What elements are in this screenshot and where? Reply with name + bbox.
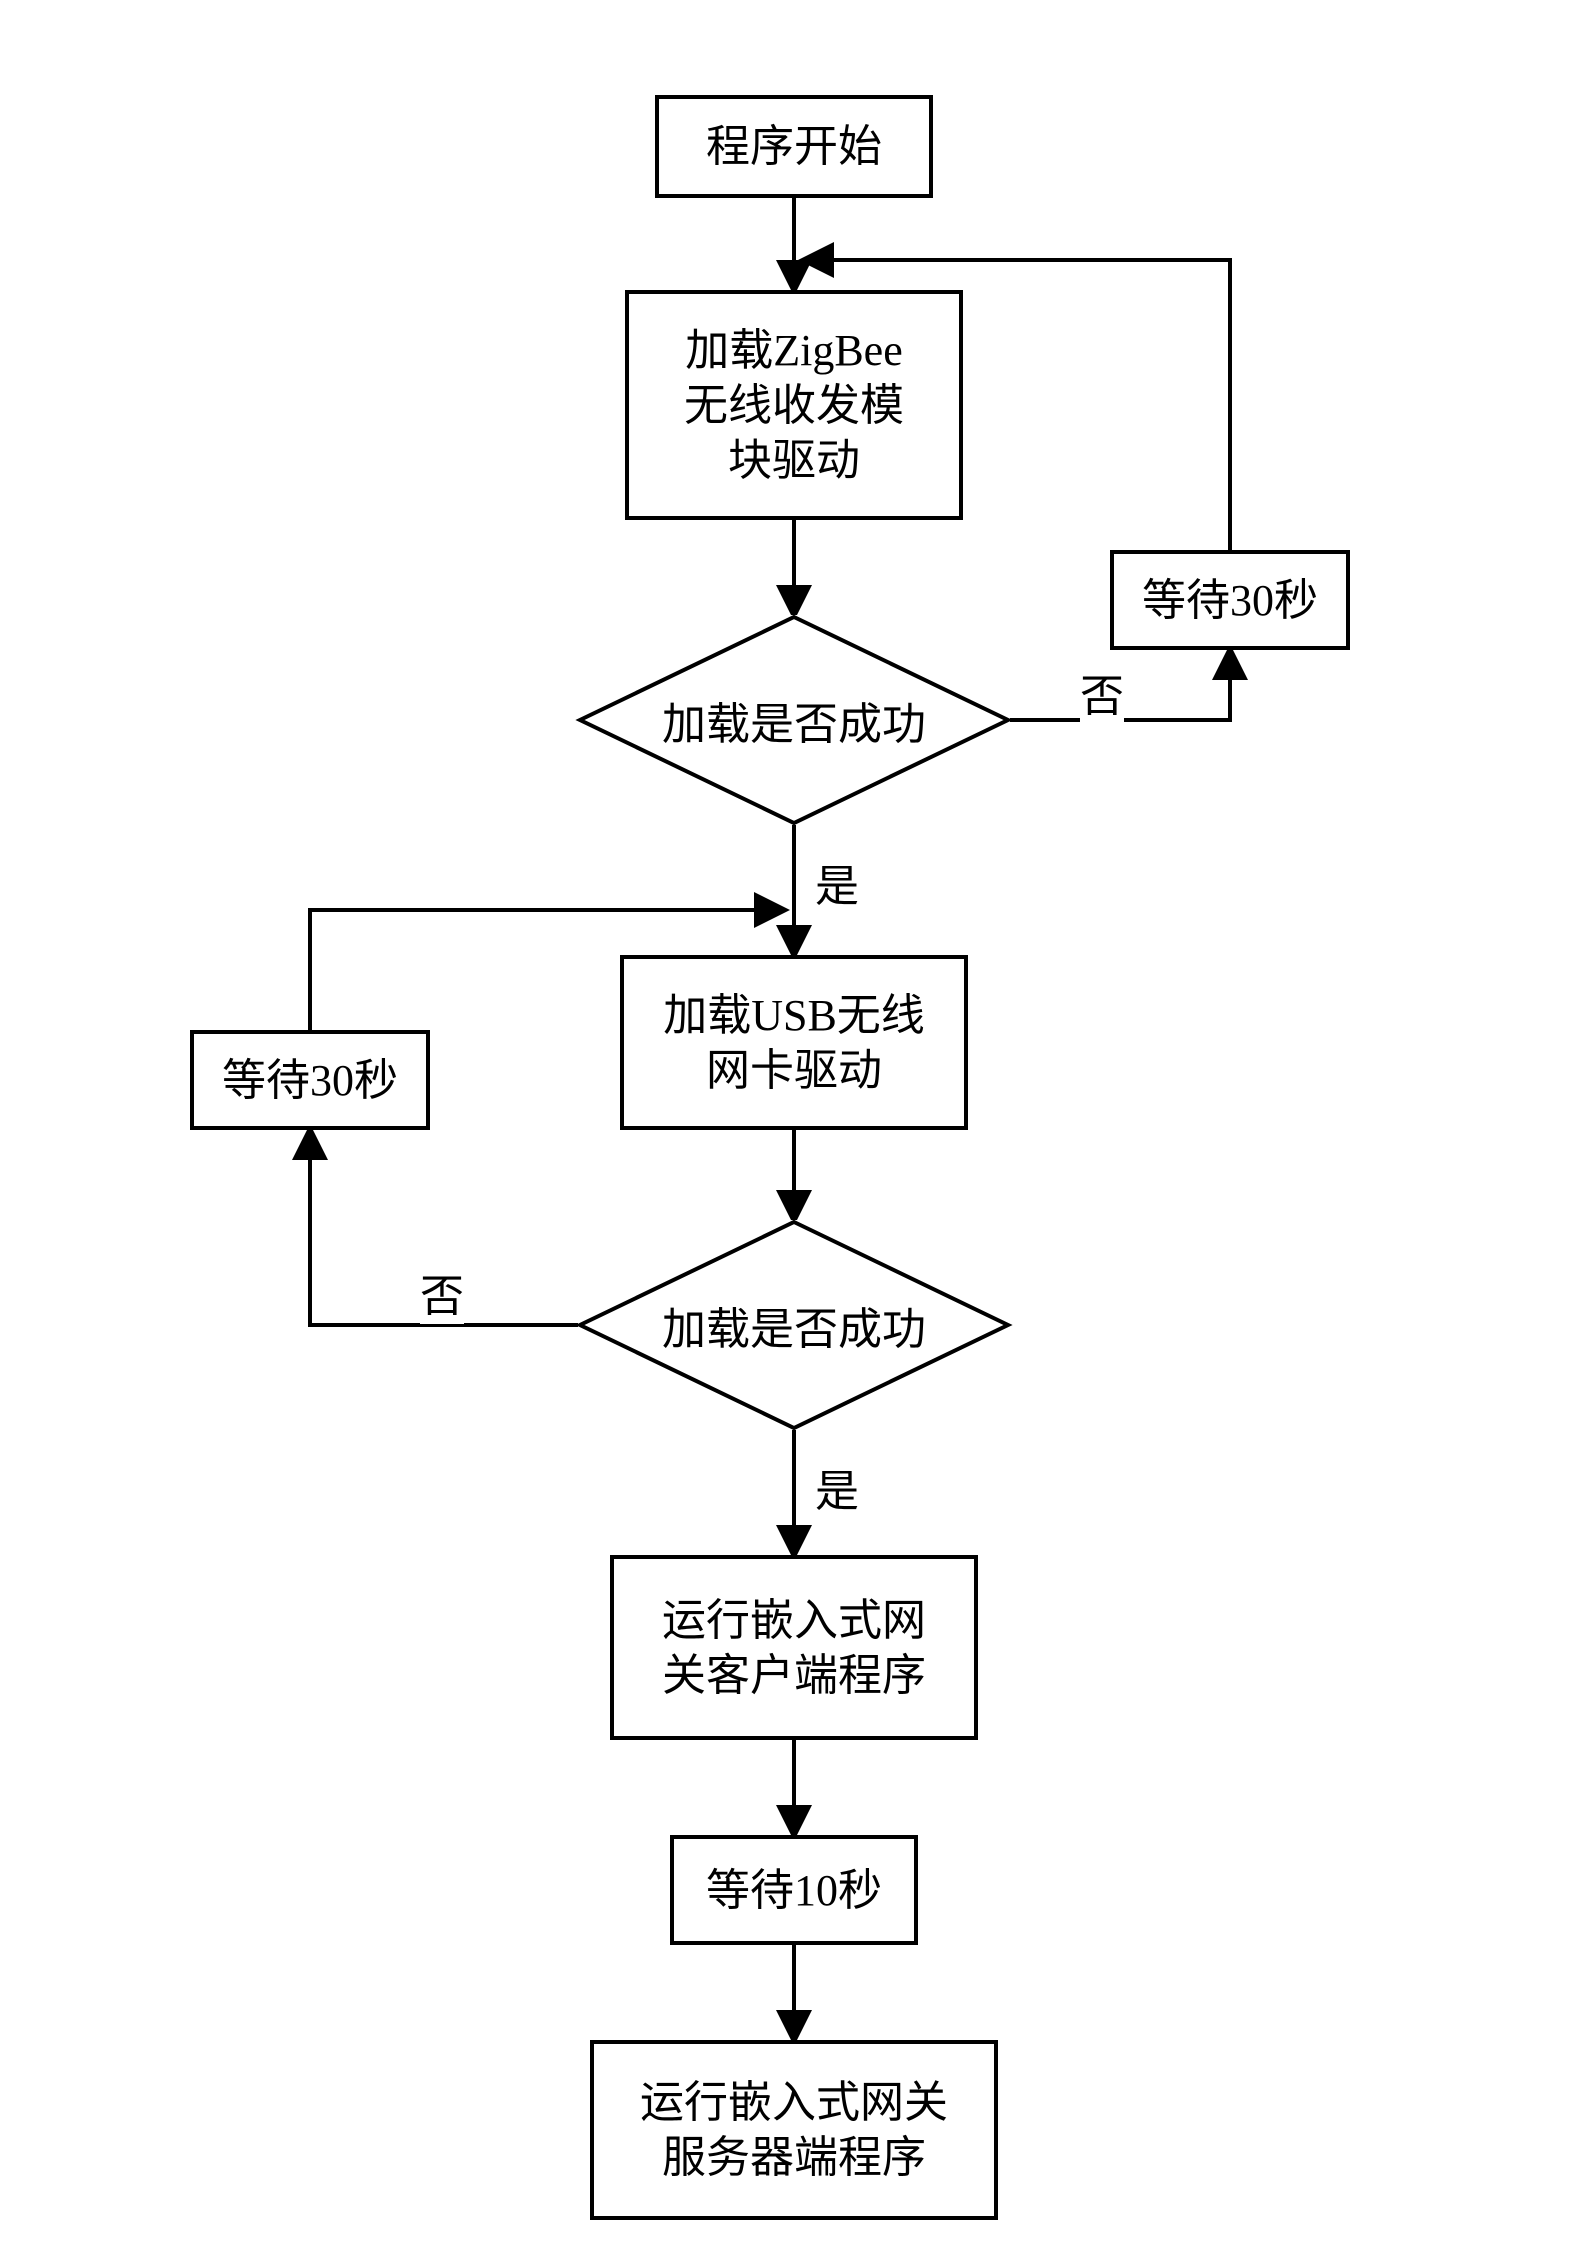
node-wait-30-a-label: 等待30秒 <box>1142 573 1318 628</box>
node-start-label: 程序开始 <box>706 119 882 174</box>
node-wait-30-b: 等待30秒 <box>190 1030 430 1130</box>
node-load-usb: 加载USB无线 网卡驱动 <box>620 955 968 1130</box>
node-run-server-label: 运行嵌入式网关 服务器端程序 <box>640 2075 948 2185</box>
flowchart-canvas: 程序开始 加载ZigBee 无线收发模 块驱动 加载是否成功 等待30秒 加载U… <box>0 0 1588 2247</box>
node-wait-10-label: 等待10秒 <box>706 1863 882 1918</box>
node-decision-2-label: 加载是否成功 <box>662 1293 926 1357</box>
node-load-zigbee: 加载ZigBee 无线收发模 块驱动 <box>625 290 963 520</box>
edge-label-dec2-no: 否 <box>420 1260 464 1324</box>
node-wait-10: 等待10秒 <box>670 1835 918 1945</box>
node-run-server: 运行嵌入式网关 服务器端程序 <box>590 2040 998 2220</box>
node-wait-30-b-label: 等待30秒 <box>222 1053 398 1108</box>
node-decision-1: 加载是否成功 <box>578 615 1010 825</box>
node-load-usb-label: 加载USB无线 网卡驱动 <box>663 988 925 1098</box>
node-wait-30-a: 等待30秒 <box>1110 550 1350 650</box>
node-run-client-label: 运行嵌入式网 关客户端程序 <box>662 1593 926 1703</box>
node-run-client: 运行嵌入式网 关客户端程序 <box>610 1555 978 1740</box>
edge-label-dec1-yes: 是 <box>815 850 859 914</box>
node-load-zigbee-label: 加载ZigBee 无线收发模 块驱动 <box>684 323 904 488</box>
edge-label-dec1-no: 否 <box>1080 660 1124 724</box>
node-decision-1-label: 加载是否成功 <box>662 688 926 752</box>
node-start: 程序开始 <box>655 95 933 198</box>
node-decision-2: 加载是否成功 <box>578 1220 1010 1430</box>
edge-label-dec2-yes: 是 <box>815 1455 859 1519</box>
